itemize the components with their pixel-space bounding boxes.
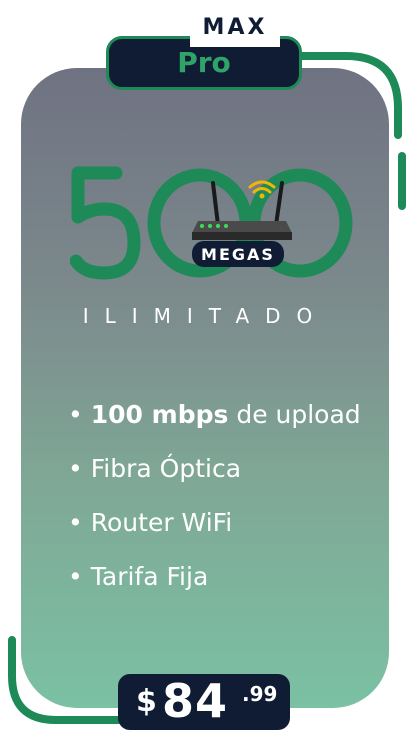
plan-card — [21, 68, 389, 708]
feature-item: • Router WiFi — [68, 508, 233, 537]
speed-headline: MEGAS — [69, 165, 360, 285]
price-badge: $ 84 .99 — [118, 674, 290, 730]
feature-list: • 100 mbps de upload • Fibra Óptica • Route… — [68, 396, 361, 612]
feature-item: • Tarifa Fija — [68, 562, 209, 591]
speed-graphic: MEGAS — [69, 166, 353, 280]
megas-label: MEGAS — [201, 245, 275, 264]
feature-item: • Fibra Óptica — [68, 454, 242, 483]
price-currency: $ — [136, 684, 157, 719]
price-amount: 84 — [162, 674, 229, 728]
price-cents: .99 — [242, 682, 278, 706]
feature-item: • 100 mbps de upload — [68, 400, 361, 429]
tier-label: MAX — [190, 11, 280, 47]
unlimited-tagline: ILIMITADO — [82, 304, 329, 328]
